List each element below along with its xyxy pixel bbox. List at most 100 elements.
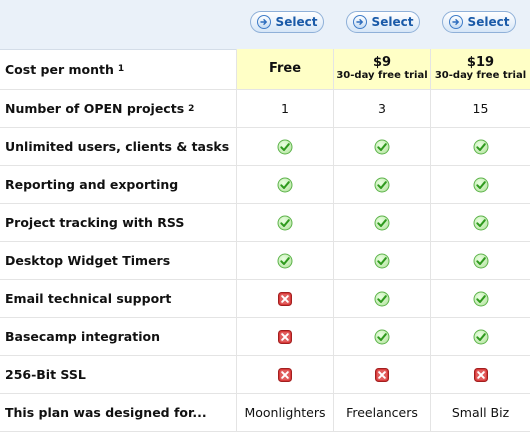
- feature-cell: [431, 204, 530, 241]
- pricing-page: Select Select Select Cost per month 1 Fre…: [0, 0, 530, 432]
- feature-cell: [431, 166, 530, 203]
- select-strip: Select Select Select: [0, 0, 530, 50]
- price-value: $19: [466, 55, 495, 70]
- row-label-text: Number of OPEN projects: [5, 101, 185, 116]
- feature-cell: [431, 318, 530, 355]
- plan-price-small-biz: $19 30-day free trial: [431, 49, 530, 89]
- row-label-text: Basecamp integration: [5, 329, 160, 344]
- select-button-label: Select: [275, 15, 318, 29]
- check-icon: [374, 329, 390, 345]
- check-icon: [473, 215, 489, 231]
- row-label-text: Reporting and exporting: [5, 177, 179, 192]
- cell-value: 3: [378, 101, 386, 116]
- value-cell: 3: [334, 90, 431, 127]
- feature-cell: [334, 204, 431, 241]
- row-label: Email technical support: [0, 280, 237, 317]
- price-value: $9: [372, 55, 392, 70]
- cross-icon: [277, 291, 293, 307]
- plan-price-free: Free: [237, 49, 334, 89]
- cell-value: 1: [281, 101, 289, 116]
- table-row: Number of OPEN projects 2 1 3 15: [0, 90, 530, 128]
- feature-cell: [237, 280, 334, 317]
- value-cell: Small Biz: [431, 394, 530, 431]
- feature-cell: [237, 318, 334, 355]
- arrow-right-icon: [256, 15, 271, 29]
- row-label-text: Desktop Widget Timers: [5, 253, 171, 268]
- feature-cell: [334, 356, 431, 393]
- feature-cell: [334, 318, 431, 355]
- check-icon: [277, 253, 293, 269]
- trial-note: 30-day free trial: [336, 70, 428, 81]
- row-label: Desktop Widget Timers: [0, 242, 237, 279]
- row-label-text: Unlimited users, clients & tasks: [5, 139, 230, 154]
- check-icon: [374, 253, 390, 269]
- table-row: Project tracking with RSS: [0, 204, 530, 242]
- cell-value: 15: [472, 101, 489, 116]
- check-icon: [374, 139, 390, 155]
- select-button-freelancer[interactable]: Select: [346, 11, 420, 33]
- value-cell: 15: [431, 90, 530, 127]
- row-label-text: 256-Bit SSL: [5, 367, 86, 382]
- feature-cell: [334, 280, 431, 317]
- value-cell: Moonlighters: [237, 394, 334, 431]
- check-icon: [473, 139, 489, 155]
- cross-icon: [277, 367, 293, 383]
- check-icon: [277, 215, 293, 231]
- select-button-small-biz[interactable]: Select: [442, 11, 516, 33]
- row-label: 256-Bit SSL: [0, 356, 237, 393]
- check-icon: [374, 177, 390, 193]
- table-row: This plan was designed for... Moonlighte…: [0, 394, 530, 432]
- table-row: Cost per month 1 Free $9 30-day free tria…: [0, 49, 530, 90]
- check-icon: [473, 329, 489, 345]
- table-row: Email technical support: [0, 280, 530, 318]
- table-row: 256-Bit SSL: [0, 356, 530, 394]
- row-label: Basecamp integration: [0, 318, 237, 355]
- table-row: Desktop Widget Timers: [0, 242, 530, 280]
- row-label: Cost per month 1: [0, 49, 237, 89]
- select-button-label: Select: [467, 15, 510, 29]
- table-row: Reporting and exporting: [0, 166, 530, 204]
- feature-cell: [431, 128, 530, 165]
- pricing-table: Cost per month 1 Free $9 30-day free tria…: [0, 49, 530, 432]
- check-icon: [277, 177, 293, 193]
- footnote-marker: 1: [117, 64, 125, 74]
- row-label-text: Cost per month: [5, 61, 114, 77]
- select-button-free[interactable]: Select: [250, 11, 324, 33]
- row-label: Number of OPEN projects 2: [0, 90, 237, 127]
- select-button-label: Select: [371, 15, 414, 29]
- row-label-text: Project tracking with RSS: [5, 215, 185, 230]
- cross-icon: [473, 367, 489, 383]
- feature-cell: [431, 280, 530, 317]
- table-row: Unlimited users, clients & tasks: [0, 128, 530, 166]
- arrow-right-icon: [352, 15, 367, 29]
- feature-cell: [334, 166, 431, 203]
- feature-cell: [237, 242, 334, 279]
- row-label: Project tracking with RSS: [0, 204, 237, 241]
- feature-cell: [431, 356, 530, 393]
- check-icon: [473, 253, 489, 269]
- feature-cell: [431, 242, 530, 279]
- cross-icon: [277, 329, 293, 345]
- feature-cell: [237, 128, 334, 165]
- feature-cell: [334, 242, 431, 279]
- check-icon: [473, 177, 489, 193]
- footnote-marker: 2: [188, 103, 195, 114]
- feature-cell: [237, 356, 334, 393]
- row-label: Unlimited users, clients & tasks: [0, 128, 237, 165]
- cross-icon: [374, 367, 390, 383]
- feature-cell: [237, 166, 334, 203]
- arrow-right-icon: [448, 15, 463, 29]
- value-cell: Freelancers: [334, 394, 431, 431]
- check-icon: [374, 291, 390, 307]
- row-label-text: Email technical support: [5, 291, 172, 306]
- trial-note: 30-day free trial: [434, 70, 527, 81]
- row-label: Reporting and exporting: [0, 166, 237, 203]
- row-label: This plan was designed for...: [0, 394, 237, 431]
- feature-cell: [237, 204, 334, 241]
- feature-cell: [334, 128, 431, 165]
- table-row: Basecamp integration: [0, 318, 530, 356]
- price-value: Free: [268, 61, 302, 76]
- check-icon: [473, 291, 489, 307]
- value-cell: 1: [237, 90, 334, 127]
- check-icon: [374, 215, 390, 231]
